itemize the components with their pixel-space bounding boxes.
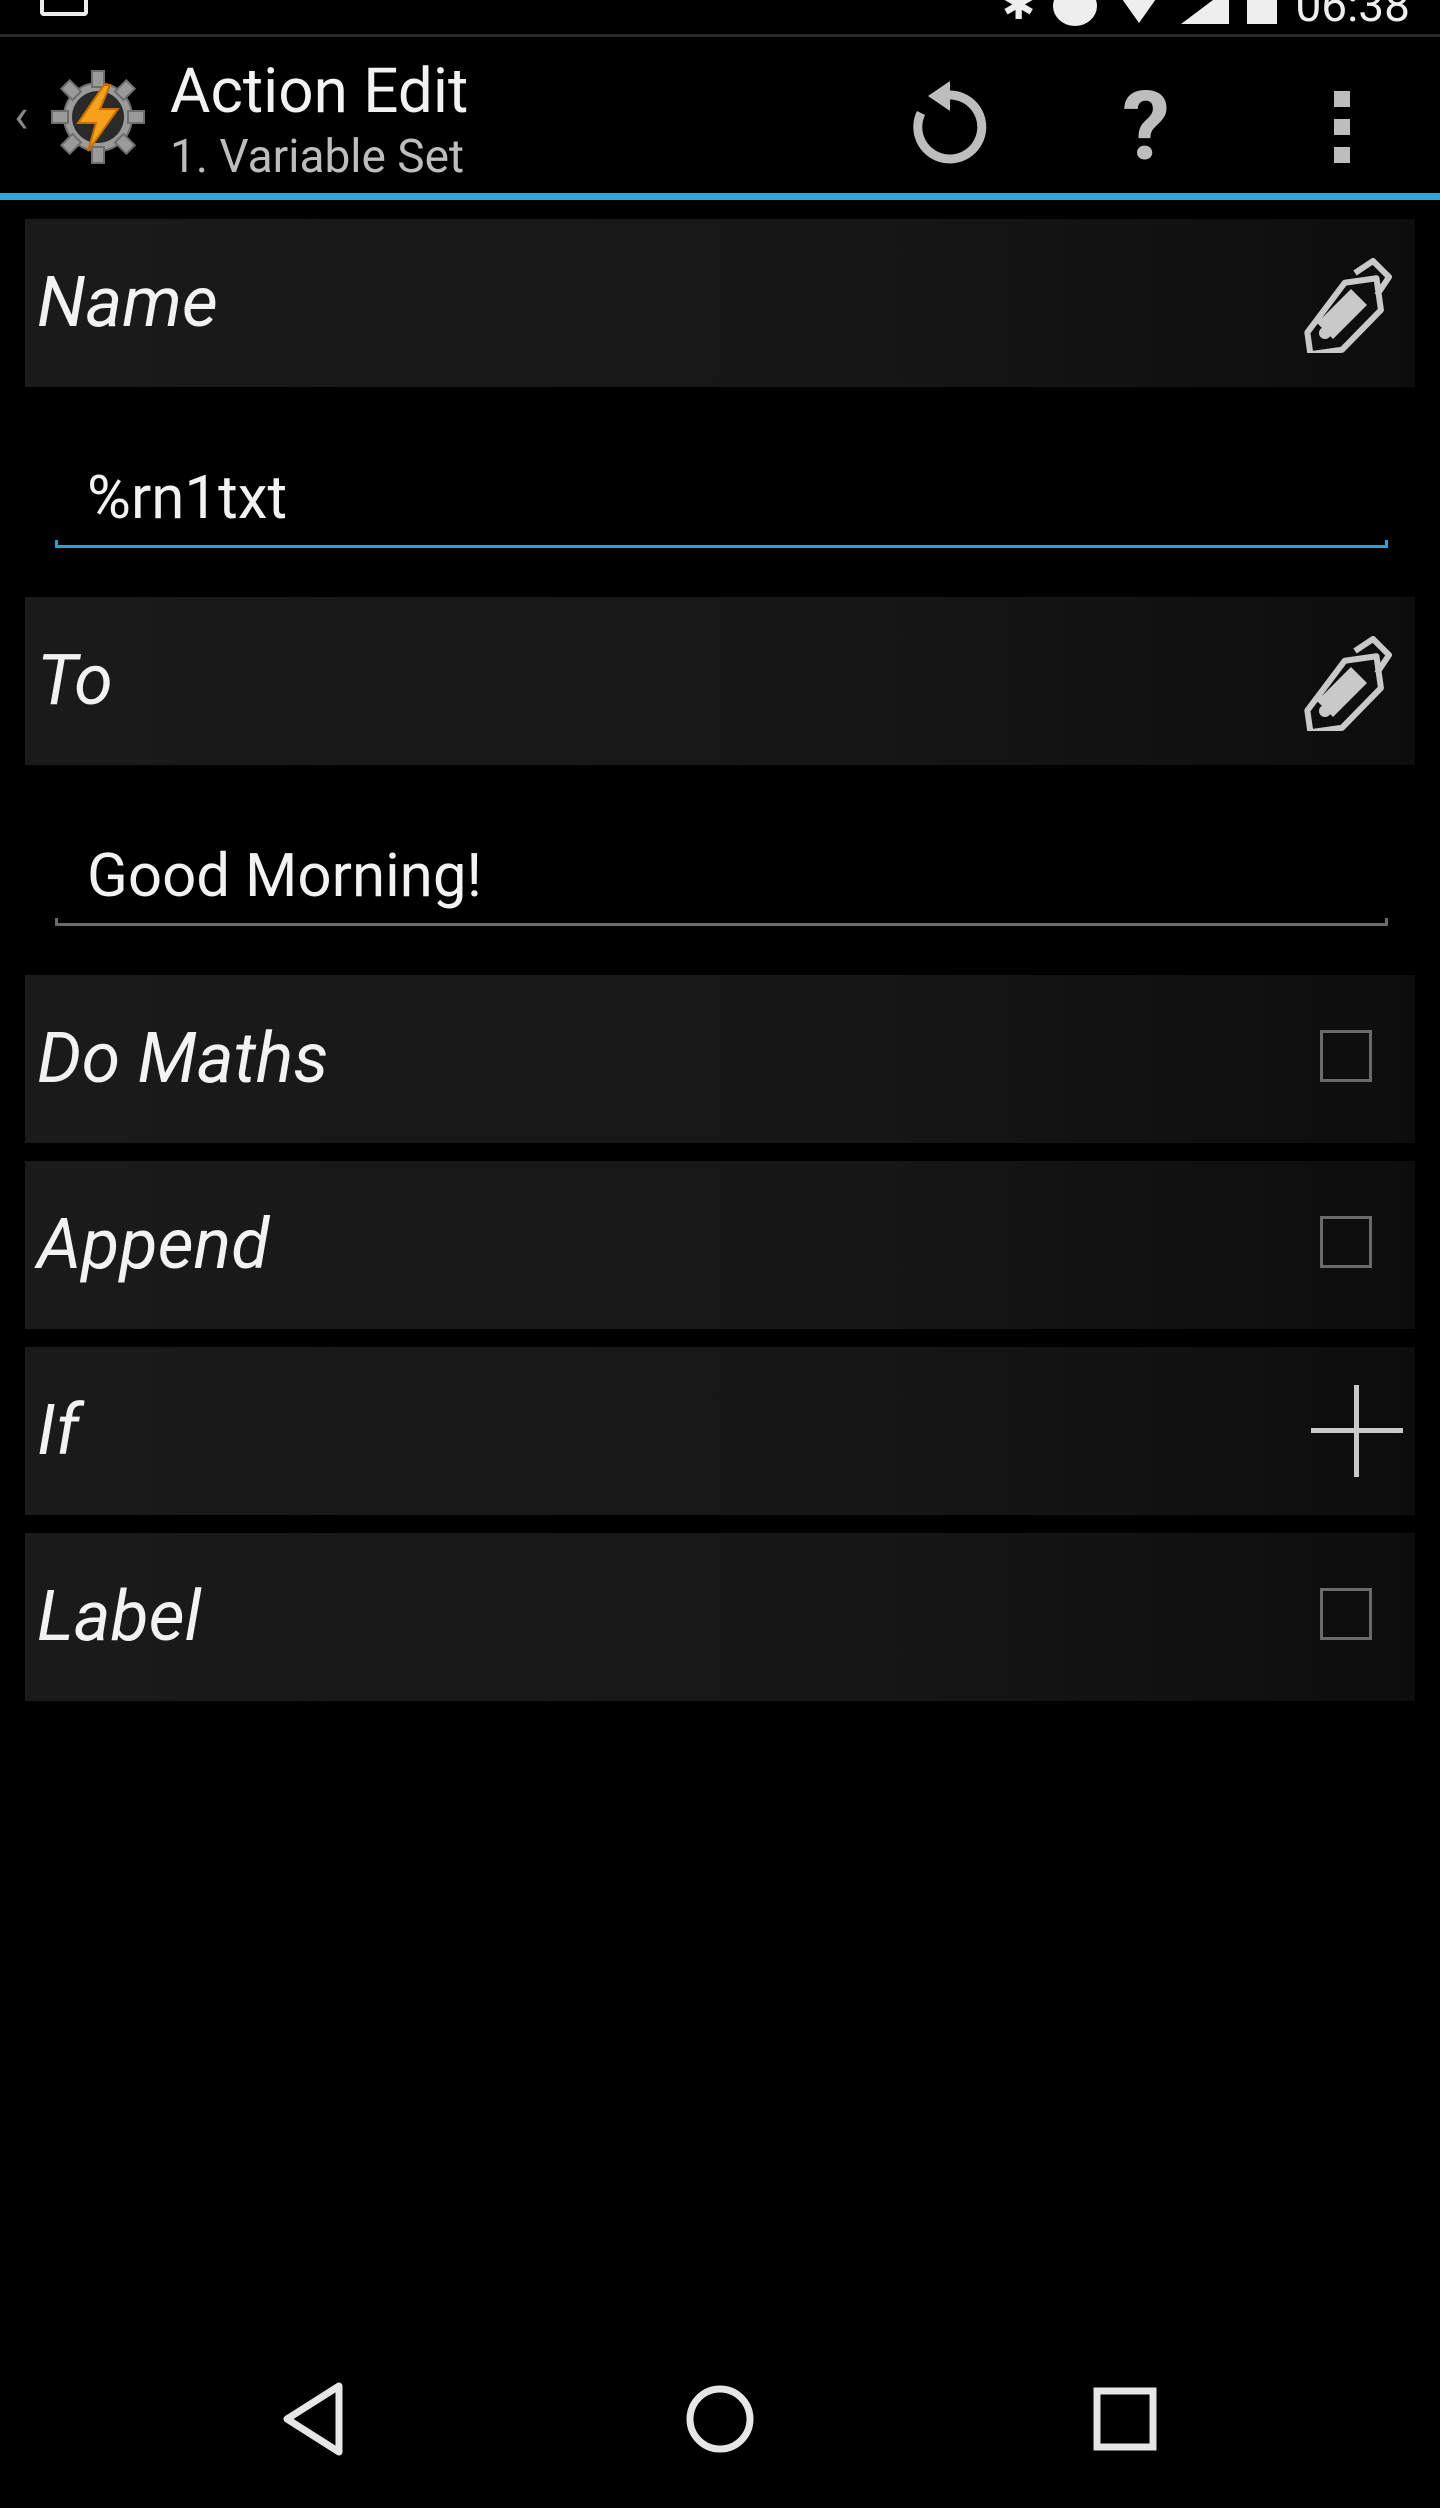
- alarm-icon: [1053, 0, 1098, 26]
- tasker-app-icon[interactable]: [48, 67, 148, 167]
- status-icons: ✱ 06:38: [1002, 0, 1410, 29]
- status-time: 06:38: [1295, 0, 1410, 33]
- name-field-underline: [55, 540, 1388, 548]
- title-block: Action Edit 1. Variable Set: [170, 55, 468, 185]
- page-title: Action Edit: [170, 55, 469, 128]
- status-bar: ✱ 06:38: [0, 0, 1440, 37]
- label-row[interactable]: Label: [25, 1533, 1415, 1701]
- help-button[interactable]: ?: [1086, 67, 1206, 187]
- signal-icon: [1181, 0, 1230, 24]
- if-row[interactable]: If: [25, 1347, 1415, 1515]
- bluetooth-icon: ✱: [1001, 0, 1036, 29]
- to-field-value: Good Morning!: [87, 840, 482, 911]
- append-label: Append: [37, 1204, 270, 1286]
- to-field[interactable]: Good Morning!: [55, 826, 1388, 926]
- battery-icon: [1247, 0, 1278, 24]
- label-checkbox[interactable]: [1320, 1588, 1372, 1640]
- overflow-menu-icon: [1334, 91, 1350, 163]
- do-maths-checkbox[interactable]: [1320, 1030, 1372, 1082]
- back-icon[interactable]: [273, 2374, 363, 2464]
- image-icon: [40, 0, 88, 16]
- pencil-tag-icon[interactable]: [1295, 631, 1395, 731]
- plus-icon[interactable]: [1309, 1383, 1405, 1479]
- name-label: Name: [37, 262, 218, 344]
- label-label: Label: [37, 1576, 202, 1658]
- to-label: To: [37, 640, 113, 722]
- home-icon[interactable]: [675, 2374, 765, 2464]
- append-row[interactable]: Append: [25, 1161, 1415, 1329]
- help-icon: ?: [1122, 71, 1170, 183]
- system-nav-bar: [0, 2330, 1440, 2508]
- to-row[interactable]: To: [25, 597, 1415, 765]
- do-maths-label: Do Maths: [37, 1018, 329, 1100]
- name-row[interactable]: Name: [25, 219, 1415, 387]
- undo-button[interactable]: [890, 67, 1010, 187]
- recents-icon[interactable]: [1080, 2374, 1170, 2464]
- to-field-underline: [55, 918, 1388, 926]
- name-field-value: %rn1txt: [87, 462, 288, 533]
- append-checkbox[interactable]: [1320, 1216, 1372, 1268]
- up-navigation-icon[interactable]: ‹: [14, 87, 28, 144]
- page-subtitle: 1. Variable Set: [170, 130, 465, 184]
- wifi-icon: [1115, 0, 1164, 23]
- do-maths-row[interactable]: Do Maths: [25, 975, 1415, 1143]
- pencil-tag-icon[interactable]: [1295, 253, 1395, 353]
- if-label: If: [37, 1390, 80, 1472]
- undo-icon: [913, 81, 987, 164]
- name-field[interactable]: %rn1txt: [55, 448, 1388, 548]
- action-bar: ‹ Action Edit 1. Variable Set ?: [0, 37, 1440, 193]
- overflow-menu-button[interactable]: [1282, 67, 1402, 187]
- action-bar-divider: [0, 193, 1440, 200]
